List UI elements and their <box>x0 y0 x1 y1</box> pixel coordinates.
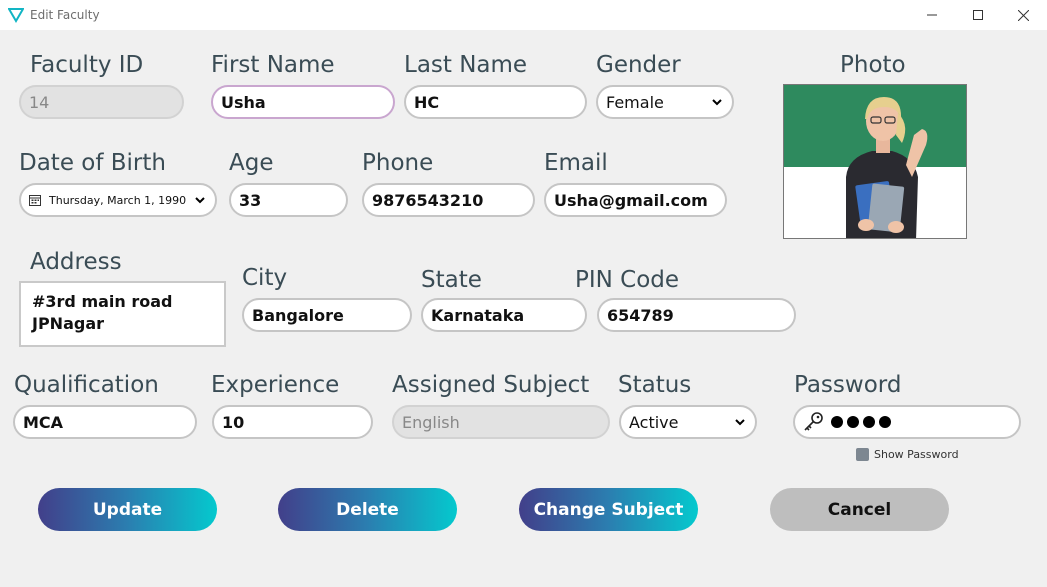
maximize-button[interactable] <box>955 0 1001 30</box>
close-button[interactable] <box>1000 0 1046 30</box>
dob-label: Date of Birth <box>19 150 166 176</box>
status-select[interactable]: Active <box>619 405 757 439</box>
state-value: Karnataka <box>431 305 525 325</box>
change-subject-button[interactable]: Change Subject <box>519 488 698 531</box>
faculty-id-value: 14 <box>29 92 50 112</box>
gender-value: Female <box>606 92 664 112</box>
experience-label: Experience <box>211 372 340 398</box>
last-name-label: Last Name <box>404 52 528 78</box>
chevron-down-icon <box>735 419 745 426</box>
password-label: Password <box>794 372 902 398</box>
age-label: Age <box>229 150 274 176</box>
status-label: Status <box>618 372 692 398</box>
key-icon <box>804 412 823 431</box>
experience-value: 10 <box>222 412 245 432</box>
city-value: Bangalore <box>252 305 344 325</box>
qualification-label: Qualification <box>14 372 159 398</box>
photo-label: Photo <box>840 52 906 78</box>
faculty-photo[interactable] <box>783 84 967 239</box>
age-value: 33 <box>239 190 262 210</box>
faculty-id-label: Faculty ID <box>30 52 144 78</box>
chevron-down-icon <box>712 99 722 106</box>
state-field[interactable]: Karnataka <box>421 298 587 332</box>
email-field[interactable]: Usha@gmail.com <box>544 183 727 217</box>
pin-field[interactable]: 654789 <box>597 298 796 332</box>
pin-label: PIN Code <box>575 267 680 293</box>
show-password-label[interactable]: Show Password <box>874 448 959 461</box>
show-password-checkbox[interactable] <box>856 448 869 461</box>
status-value: Active <box>629 412 679 432</box>
title-bar: Edit Faculty <box>0 0 1047 30</box>
minimize-icon <box>927 14 937 16</box>
assigned-subject-value: English <box>402 412 460 432</box>
experience-field[interactable]: 10 <box>212 405 373 439</box>
chevron-down-icon <box>195 197 205 204</box>
password-mask <box>831 416 891 428</box>
password-field[interactable] <box>793 405 1021 439</box>
cancel-button[interactable]: Cancel <box>770 488 949 531</box>
first-name-label: First Name <box>211 52 335 78</box>
faculty-id-field: 14 <box>19 85 184 119</box>
phone-value: 9876543210 <box>372 190 484 210</box>
update-button[interactable]: Update <box>38 488 217 531</box>
city-field[interactable]: Bangalore <box>242 298 412 332</box>
address-label: Address <box>30 249 122 275</box>
photo-image <box>784 85 966 238</box>
gender-select[interactable]: Female <box>596 85 734 119</box>
first-name-field[interactable]: Usha <box>211 85 395 119</box>
maximize-icon <box>973 10 983 20</box>
dob-value: Thursday, March 1, 1990 <box>49 193 187 207</box>
address-line-2: JPNagar <box>32 314 105 333</box>
assigned-subject-label: Assigned Subject <box>392 372 590 398</box>
pin-value: 654789 <box>607 305 674 325</box>
email-label: Email <box>544 150 608 176</box>
email-value: Usha@gmail.com <box>554 190 708 210</box>
window-title: Edit Faculty <box>30 8 100 22</box>
qualification-field[interactable]: MCA <box>13 405 197 439</box>
phone-label: Phone <box>362 150 434 176</box>
last-name-field[interactable]: HC <box>404 85 587 119</box>
form-panel: Faculty ID 14 First Name Usha Last Name … <box>0 30 1047 587</box>
address-textarea[interactable]: #3rd main road JPNagar <box>19 281 226 347</box>
address-line-1: #3rd main road <box>32 292 173 311</box>
first-name-value: Usha <box>221 92 266 112</box>
app-logo-icon <box>8 8 24 23</box>
calendar-icon <box>29 195 41 206</box>
delete-button[interactable]: Delete <box>278 488 457 531</box>
gender-label: Gender <box>596 52 681 78</box>
phone-field[interactable]: 9876543210 <box>362 183 535 217</box>
assigned-subject-field: English <box>392 405 610 439</box>
qualification-value: MCA <box>23 412 64 432</box>
last-name-value: HC <box>414 92 440 112</box>
age-field[interactable]: 33 <box>229 183 348 217</box>
close-icon <box>1017 9 1029 21</box>
state-label: State <box>421 267 482 293</box>
minimize-button[interactable] <box>909 0 955 30</box>
city-label: City <box>242 265 288 291</box>
dob-picker[interactable]: Thursday, March 1, 1990 <box>19 183 217 217</box>
